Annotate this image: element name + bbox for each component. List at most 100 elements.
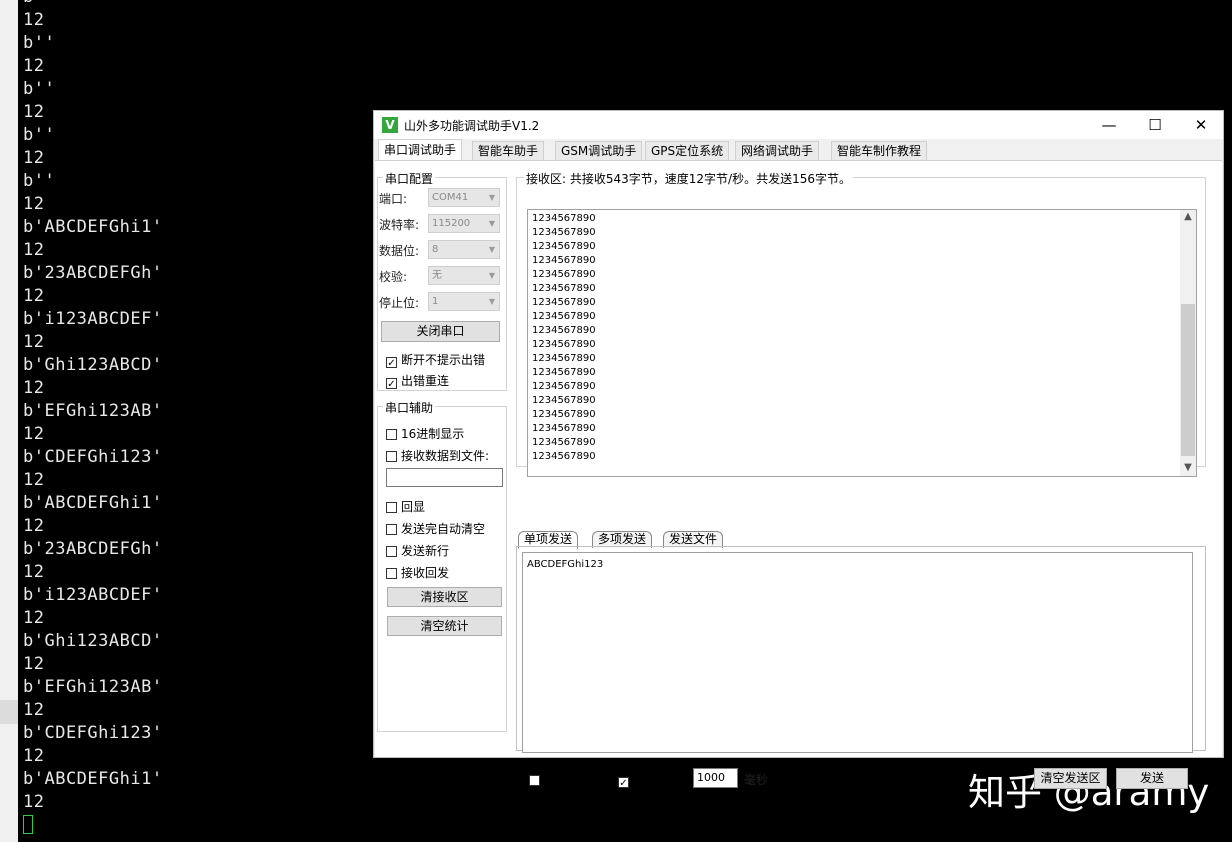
receive-text: 1234567890 1234567890 1234567890 1234567890…: [532, 212, 596, 464]
receive-line: 1234567890: [532, 255, 596, 266]
parity-value: 无: [432, 270, 442, 281]
scroll-up-icon[interactable]: ▲: [1180, 211, 1196, 222]
baud-label: 波特率:: [379, 218, 420, 232]
recv-to-file-checkbox[interactable]: 接收数据到文件:: [386, 447, 489, 464]
databits-select[interactable]: 8 ▼: [428, 240, 500, 259]
recv-reply-checkbox[interactable]: 接收回发: [386, 564, 449, 581]
terminal-line: b'ABCDEFGhi1': [23, 493, 163, 513]
checkbox-icon: [386, 429, 397, 440]
receive-line: 1234567890: [532, 213, 596, 224]
echo-checkbox[interactable]: 回显: [386, 498, 425, 515]
terminal-line: 12: [23, 792, 45, 812]
interval-unit: 毫秒: [744, 773, 769, 787]
timed-send-checkbox[interactable]: ✓ 定时发送: [618, 771, 681, 789]
receive-line: 1234567890: [532, 367, 596, 378]
parity-select[interactable]: 无 ▼: [428, 266, 500, 285]
terminal-cursor: [23, 815, 33, 834]
tab-gsm[interactable]: GSM调试助手: [555, 141, 643, 160]
interval-input[interactable]: 1000: [693, 768, 738, 788]
maximize-button[interactable]: ☐: [1132, 111, 1178, 139]
hex-display-label: 16进制显示: [401, 427, 465, 441]
terminal-line: 12: [23, 424, 45, 444]
title-bar[interactable]: V 山外多功能调试助手V1.2 — ☐ ✕: [374, 111, 1223, 139]
receive-line: 1234567890: [532, 451, 596, 462]
receive-line: 1234567890: [532, 437, 596, 448]
terminal-line: 12: [23, 102, 45, 122]
terminal-line: 12: [23, 746, 45, 766]
chevron-down-icon: ▼: [488, 219, 495, 228]
terminal-line: 12: [23, 240, 45, 260]
terminal-line: 12: [23, 10, 45, 30]
checkbox-icon: [386, 524, 397, 535]
receive-area[interactable]: 1234567890 1234567890 1234567890 1234567890…: [527, 209, 1197, 477]
receive-line: 1234567890: [532, 409, 596, 420]
checkbox-icon: [386, 451, 397, 462]
left-edge-panel: [0, 0, 18, 842]
auto-clear-checkbox[interactable]: 发送完自动清空: [386, 520, 485, 537]
minimize-button[interactable]: —: [1086, 111, 1132, 139]
receive-legend: 接收区: 共接收543字节，速度12字节/秒。共发送156字节。: [524, 170, 853, 187]
send-newline-checkbox[interactable]: 发送新行: [386, 542, 449, 559]
stopbits-select[interactable]: 1 ▼: [428, 292, 500, 311]
scrollbar-thumb[interactable]: [1181, 304, 1195, 456]
app-window: V 山外多功能调试助手V1.2 — ☐ ✕ 串口调试助手 智能车助手 GSM调试…: [373, 110, 1224, 789]
terminal-line: b'': [23, 171, 56, 191]
port-label: 端口:: [379, 192, 408, 206]
send-textarea[interactable]: ABCDEFGhi123: [522, 552, 1193, 753]
close-button[interactable]: ✕: [1178, 111, 1224, 139]
reconnect-checkbox[interactable]: ✓ 出错重连: [386, 372, 450, 390]
checkbox-icon: [386, 502, 397, 513]
terminal-line: 12: [23, 332, 45, 352]
window-title: 山外多功能调试助手V1.2: [404, 119, 540, 133]
terminal-line: b'i123ABCDEF': [23, 309, 163, 329]
tab-gps[interactable]: GPS定位系统: [645, 141, 730, 160]
terminal-line: b'23ABCDEFGh': [23, 539, 163, 559]
scroll-down-icon[interactable]: ▼: [1180, 462, 1196, 473]
checkbox-icon: [529, 775, 540, 786]
clear-send-button[interactable]: 清空发送区: [1034, 768, 1107, 789]
terminal-line: b'ABCDEFGhi1': [23, 769, 163, 789]
file-path-input[interactable]: [386, 468, 503, 487]
terminal-line: b'': [23, 79, 56, 99]
terminal-line: b'Ghi123ABCD': [23, 355, 163, 375]
terminal-line: 12: [23, 378, 45, 398]
terminal-line: b'': [23, 125, 56, 145]
terminal-line: 12: [23, 608, 45, 628]
databits-label: 数据位:: [379, 244, 420, 258]
tab-network[interactable]: 网络调试助手: [735, 141, 820, 160]
clear-recv-button[interactable]: 清接收区: [387, 587, 502, 607]
terminal-line: 12: [23, 470, 45, 490]
terminal-line: b'i123ABCDEF': [23, 585, 163, 605]
checkbox-checked-icon: ✓: [386, 378, 397, 390]
receive-scrollbar[interactable]: ▲ ▼: [1180, 210, 1196, 476]
send-button[interactable]: 发送: [1116, 768, 1188, 789]
receive-group: 1234567890 1234567890 1234567890 1234567890…: [516, 177, 1206, 477]
receive-line: 1234567890: [532, 339, 596, 350]
port-select[interactable]: COM41 ▼: [428, 188, 500, 207]
databits-value: 8: [432, 244, 439, 255]
terminal-line: b'EFGhi123AB': [23, 401, 163, 421]
no-error-prompt-checkbox[interactable]: ✓ 断开不提示出错: [386, 351, 485, 369]
checkbox-checked-icon: ✓: [618, 777, 629, 789]
echo-label: 回显: [401, 500, 426, 514]
terminal-output: b''12b''12b''12b''12b''12b'ABCDEFGhi1'12…: [23, 0, 163, 814]
terminal-line: b'CDEFGhi123': [23, 447, 163, 467]
tab-serial-debug[interactable]: 串口调试助手: [378, 139, 463, 161]
hex-send-checkbox[interactable]: 16进制发送: [529, 771, 607, 788]
hex-display-checkbox[interactable]: 16进制显示: [386, 425, 464, 442]
tab-tutorial[interactable]: 智能车制作教程: [831, 141, 928, 160]
terminal-line: 12: [23, 148, 45, 168]
terminal-line: b'': [23, 33, 56, 53]
receive-line: 1234567890: [532, 297, 596, 308]
chevron-down-icon: ▼: [488, 193, 495, 202]
reconnect-label: 出错重连: [401, 374, 450, 388]
close-port-button[interactable]: 关闭串口: [381, 321, 500, 342]
terminal-line: b'': [23, 0, 163, 9]
terminal-line: b'ABCDEFGhi1': [23, 217, 163, 237]
serial-panel: 串口配置 端口: COM41 ▼ 波特率: 115200 ▼ 数据位: 8 ▼ 校验:…: [375, 160, 1222, 789]
receive-line: 1234567890: [532, 241, 596, 252]
tab-smartcar[interactable]: 智能车助手: [472, 141, 545, 160]
clear-stats-button[interactable]: 清空统计: [387, 616, 502, 636]
baud-select[interactable]: 115200 ▼: [428, 214, 500, 233]
baud-value: 115200: [432, 218, 471, 229]
